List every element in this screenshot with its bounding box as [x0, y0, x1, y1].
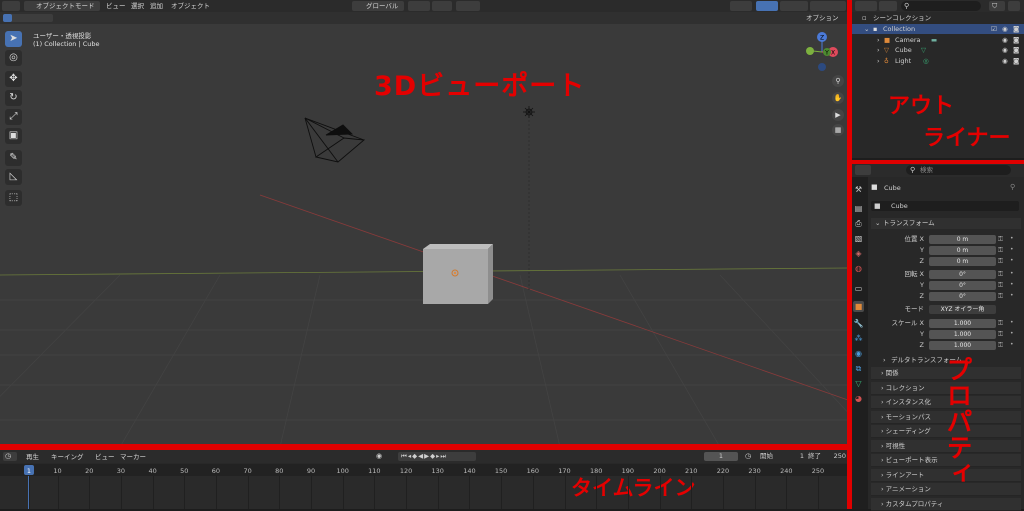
outliner-red-frame — [848, 0, 1024, 164]
timeline-red-frame — [0, 444, 851, 509]
viewport-red-frame — [0, 0, 851, 450]
properties-red-frame — [848, 160, 1024, 509]
